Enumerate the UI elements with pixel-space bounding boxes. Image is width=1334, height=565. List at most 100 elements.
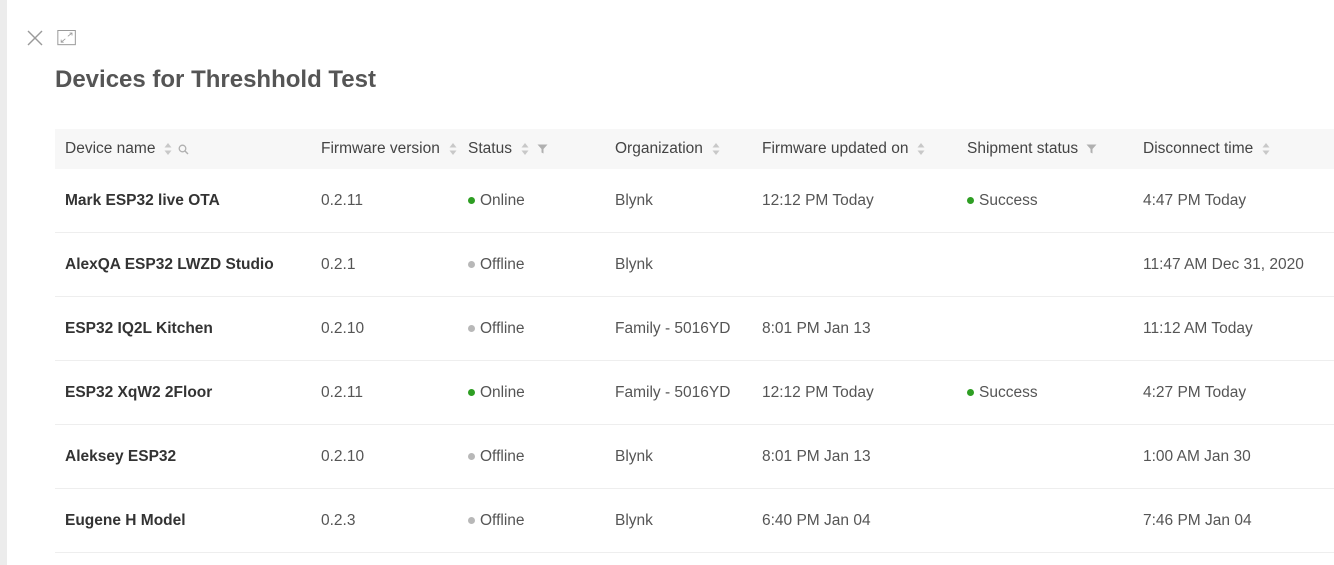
status-dot-icon bbox=[468, 261, 475, 268]
column-label: Status bbox=[468, 140, 512, 157]
column-label: Firmware updated on bbox=[762, 140, 909, 157]
column-header-organization[interactable]: Organization bbox=[615, 129, 720, 169]
firmware-version: 0.2.1 bbox=[321, 233, 355, 296]
disconnect-time-text: 7:46 PM Jan 04 bbox=[1143, 511, 1252, 529]
left-panel-edge bbox=[0, 0, 7, 565]
device-name-link[interactable]: Eugene H Model bbox=[65, 489, 186, 552]
filter-icon[interactable] bbox=[1086, 144, 1097, 154]
organization: Blynk bbox=[615, 425, 653, 488]
filter-icon[interactable] bbox=[537, 144, 548, 154]
organization: Family - 5016YD bbox=[615, 361, 730, 424]
disconnect-time: 4:47 PM Today bbox=[1143, 169, 1246, 232]
disconnect-time-text: 4:27 PM Today bbox=[1143, 383, 1247, 401]
status-badge: Offline bbox=[468, 297, 525, 360]
close-icon[interactable] bbox=[25, 28, 45, 48]
sort-icon[interactable] bbox=[1262, 142, 1270, 156]
column-header-status[interactable]: Status bbox=[468, 129, 548, 169]
device-name-link[interactable]: ESP32 XqW2 2Floor bbox=[65, 361, 212, 424]
firmware-version: 0.2.11 bbox=[321, 361, 363, 424]
firmware-updated-on-text: 6:40 PM Jan 04 bbox=[762, 511, 871, 529]
table-row[interactable]: ESP32 IQ2L Kitchen 0.2.10 Offline Family - … bbox=[55, 297, 1334, 361]
device-name-link-text: ESP32 IQ2L Kitchen bbox=[65, 319, 213, 337]
disconnect-time: 11:12 AM Today bbox=[1143, 297, 1253, 360]
table-row[interactable]: Mark ESP32 live OTA 0.2.11 Online Blynk 12:1… bbox=[55, 169, 1334, 233]
firmware-version-text: 0.2.10 bbox=[321, 319, 365, 337]
sort-icon[interactable] bbox=[521, 142, 529, 156]
column-header-disconnect-time[interactable]: Disconnect time bbox=[1143, 129, 1270, 169]
device-name-link[interactable]: AlexQA ESP32 LWZD Studio bbox=[65, 233, 274, 296]
firmware-updated-on: 8:01 PM Jan 13 bbox=[762, 297, 871, 360]
firmware-updated-on: 12:12 PM Today bbox=[762, 169, 874, 232]
table-row[interactable]: Aleksey ESP32 0.2.10 Offline Blynk 8:01 PM J… bbox=[55, 425, 1334, 489]
organization-text: Blynk bbox=[615, 255, 653, 273]
column-header-firmware-updated-on[interactable]: Firmware updated on bbox=[762, 129, 925, 169]
organization-text: Blynk bbox=[615, 447, 653, 465]
sort-icon[interactable] bbox=[712, 142, 720, 156]
status-badge: Offline bbox=[468, 489, 525, 552]
status-dot-icon bbox=[468, 453, 475, 460]
search-icon[interactable] bbox=[178, 144, 189, 155]
disconnect-time: 7:46 PM Jan 04 bbox=[1143, 489, 1252, 552]
devices-table: Device name Firmware version Status Orga… bbox=[55, 129, 1334, 553]
column-label: Organization bbox=[615, 140, 703, 157]
status-dot-icon bbox=[468, 517, 475, 524]
device-name-link-text: ESP32 XqW2 2Floor bbox=[65, 383, 213, 401]
column-label: Device name bbox=[65, 140, 156, 157]
status-dot-icon bbox=[468, 325, 475, 332]
sort-icon[interactable] bbox=[164, 142, 172, 156]
firmware-version-text: 0.2.3 bbox=[321, 511, 356, 529]
sort-icon[interactable] bbox=[917, 142, 925, 156]
firmware-version: 0.2.10 bbox=[321, 297, 364, 360]
column-label: Disconnect time bbox=[1143, 140, 1254, 157]
status-dot-icon bbox=[468, 389, 475, 396]
page-title: Devices for Threshhold Test bbox=[55, 66, 376, 93]
status-dot-icon bbox=[468, 197, 475, 204]
column-label: Shipment status bbox=[967, 140, 1079, 157]
firmware-version-text: 0.2.1 bbox=[321, 255, 356, 273]
device-name-link-text: Aleksey ESP32 bbox=[65, 447, 177, 465]
disconnect-time: 11:47 AM Dec 31, 2020 bbox=[1143, 233, 1304, 296]
device-name-link[interactable]: Mark ESP32 live OTA bbox=[65, 169, 220, 232]
firmware-version: 0.2.11 bbox=[321, 169, 363, 232]
status-badge-text: Offline bbox=[480, 447, 525, 465]
shipment-status: Success bbox=[967, 169, 1038, 232]
firmware-version: 0.2.3 bbox=[321, 489, 355, 552]
firmware-updated-on-text: 8:01 PM Jan 13 bbox=[762, 447, 871, 465]
column-header-shipment-status[interactable]: Shipment status bbox=[967, 129, 1097, 169]
device-name-link[interactable]: ESP32 IQ2L Kitchen bbox=[65, 297, 213, 360]
organization: Family - 5016YD bbox=[615, 297, 730, 360]
disconnect-time: 1:00 AM Jan 30 bbox=[1143, 425, 1251, 488]
organization: Blynk bbox=[615, 489, 653, 552]
status-badge: Offline bbox=[468, 233, 525, 296]
sort-icon[interactable] bbox=[449, 142, 457, 156]
shipment-status-text: Success bbox=[979, 191, 1038, 209]
firmware-updated-on: 8:01 PM Jan 13 bbox=[762, 425, 871, 488]
disconnect-time-text: 4:47 PM Today bbox=[1143, 191, 1247, 209]
status-badge: Online bbox=[468, 169, 525, 232]
disconnect-time-text: 11:47 AM Dec 31, 2020 bbox=[1143, 255, 1304, 273]
panel-controls bbox=[25, 28, 77, 48]
firmware-updated-on: 6:40 PM Jan 04 bbox=[762, 489, 871, 552]
firmware-version-text: 0.2.10 bbox=[321, 447, 365, 465]
organization-text: Blynk bbox=[615, 191, 653, 209]
expand-icon[interactable] bbox=[57, 28, 77, 48]
column-header-device-name[interactable]: Device name bbox=[65, 129, 189, 169]
table-row[interactable]: AlexQA ESP32 LWZD Studio 0.2.1 Offline Blyn… bbox=[55, 233, 1334, 297]
status-dot-icon bbox=[967, 197, 974, 204]
organization: Blynk bbox=[615, 169, 653, 232]
devices-panel: Devices for Threshhold Test Device name … bbox=[7, 0, 1334, 565]
status-badge-text: Offline bbox=[480, 511, 525, 529]
device-name-link-text: Mark ESP32 live OTA bbox=[65, 191, 220, 209]
device-name-link-text: AlexQA ESP32 LWZD Studio bbox=[65, 255, 274, 273]
device-name-link[interactable]: Aleksey ESP32 bbox=[65, 425, 176, 488]
table-body: Mark ESP32 live OTA 0.2.11 Online Blynk 12:1… bbox=[55, 169, 1334, 553]
organization-text: Family - 5016YD bbox=[615, 383, 731, 401]
table-row[interactable]: Eugene H Model 0.2.3 Offline Blynk 6:40 PM J… bbox=[55, 489, 1334, 553]
firmware-version-text: 0.2.11 bbox=[321, 383, 363, 401]
column-header-firmware-version[interactable]: Firmware version bbox=[321, 129, 457, 169]
device-name-link-text: Eugene H Model bbox=[65, 511, 186, 529]
status-badge-text: Online bbox=[480, 191, 525, 209]
table-row[interactable]: ESP32 XqW2 2Floor 0.2.11 Online Family - 50… bbox=[55, 361, 1334, 425]
disconnect-time: 4:27 PM Today bbox=[1143, 361, 1246, 424]
shipment-status-text: Success bbox=[979, 383, 1038, 401]
